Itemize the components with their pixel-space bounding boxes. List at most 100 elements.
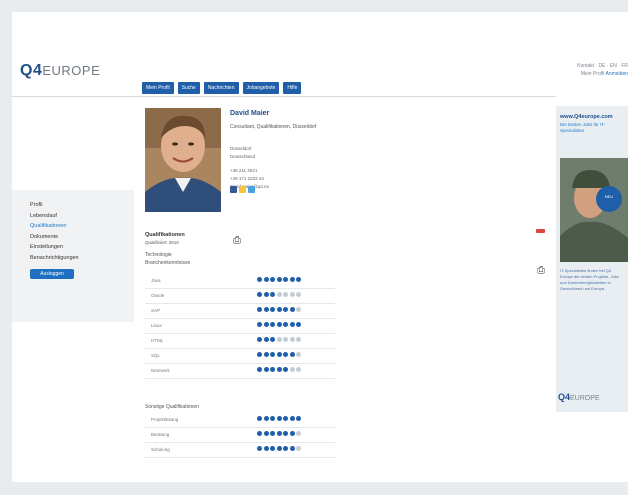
- skill-rating: [257, 416, 301, 421]
- rating-dot: [263, 337, 269, 342]
- ad-image: NEU: [560, 158, 628, 262]
- skill-name: HTML: [151, 338, 164, 343]
- logout-button[interactable]: Ausloggen: [30, 269, 74, 279]
- ad-url[interactable]: www.Q4europe.com: [560, 114, 628, 120]
- skill-rating: [257, 337, 301, 342]
- nav-tab-0[interactable]: Mein Profil: [142, 82, 174, 94]
- rating-dot: [270, 337, 275, 342]
- nav-tab-4[interactable]: Hilfe: [283, 82, 302, 94]
- skill-name: Netzwerk: [151, 368, 170, 373]
- rating-dot: [263, 352, 269, 357]
- advertisement[interactable]: www.Q4europe.com Die besten Jobs für IT-…: [556, 106, 628, 412]
- login-label: Mein Profil: [580, 71, 605, 77]
- rating-dot: [270, 352, 275, 357]
- rating-dot: [296, 322, 301, 327]
- contact-line-1: Deutschland: [230, 154, 256, 159]
- logo[interactable]: Q4EUROPE: [20, 62, 100, 80]
- skill-name: Projektleitung: [151, 417, 179, 422]
- rating-dot: [296, 337, 301, 342]
- rating-dot: [257, 307, 262, 312]
- sidebar-item-5[interactable]: Benachrichtigungen: [30, 253, 134, 264]
- skill-row: Beratung: [145, 427, 335, 443]
- sidebar-item-2[interactable]: Qualifikationen: [30, 221, 134, 232]
- rating-dot: [296, 367, 301, 372]
- rating-dot: [263, 431, 269, 436]
- nav-tab-2[interactable]: Nachrichten: [203, 82, 239, 94]
- sidebar-item-0[interactable]: Profil: [30, 200, 134, 211]
- ad-image-graphic: [560, 158, 628, 262]
- logo-q4: Q4: [20, 62, 43, 79]
- nav-tab-3[interactable]: Jobangebote: [242, 82, 280, 94]
- sidebar: Profil Lebenslauf Qualifikationen Dokumente…: [12, 190, 134, 322]
- rating-dot: [270, 277, 275, 282]
- rating-dot: [263, 292, 269, 297]
- rating-dot: [257, 322, 262, 327]
- skill-row: Schulung: [145, 442, 335, 458]
- rating-dot: [257, 292, 262, 297]
- rating-dot: [283, 307, 288, 312]
- facebook-icon[interactable]: [230, 186, 237, 193]
- rating-dot: [283, 367, 288, 372]
- rating-dot: [263, 367, 269, 372]
- rating-dot: [296, 446, 301, 451]
- qualifications-title: Qualifikationen: [145, 232, 185, 238]
- rating-dot: [257, 446, 262, 451]
- rating-dot: [257, 352, 262, 357]
- rating-dot: [270, 367, 275, 372]
- ad-logo: Q4EUROPE: [558, 392, 600, 402]
- profile-photo: [145, 108, 221, 212]
- rating-dot: [270, 307, 275, 312]
- rating-dot: [270, 292, 275, 297]
- rating-dot: [283, 292, 288, 297]
- ad-badge-text: NEU: [604, 194, 614, 199]
- skill-rating: [257, 277, 301, 282]
- rating-dot: [276, 337, 282, 342]
- skill-row: Oracle: [145, 288, 335, 304]
- skill-name: Linux: [151, 323, 162, 328]
- print-icon[interactable]: ⎙: [233, 235, 245, 246]
- rating-dot: [276, 416, 282, 421]
- skill-row: Java: [145, 273, 335, 289]
- skill-name: Oracle: [151, 293, 165, 298]
- qualifications-subtitle: Qualifiziert: 2010: [145, 240, 179, 245]
- page: Q4EUROPE Kontakt · DE · EN · FR Mein Pro…: [12, 12, 628, 482]
- nav-tab-1[interactable]: Suche: [177, 82, 200, 94]
- rating-dot: [257, 337, 262, 342]
- ad-tagline: Die besten Jobs für IT-Spezialisten: [560, 122, 606, 133]
- rating-dot: [283, 337, 288, 342]
- alert-badge[interactable]: [536, 229, 545, 233]
- print-icon-right[interactable]: ⎙: [537, 265, 545, 276]
- rating-dot: [270, 431, 275, 436]
- skill-row: SQL: [145, 348, 335, 364]
- top-links: Kontakt · DE · EN · FR Mein Profil Anmel…: [577, 62, 628, 78]
- sidebar-item-3[interactable]: Dokumente: [30, 232, 134, 243]
- top-links-text[interactable]: Kontakt · DE · EN · FR: [577, 62, 628, 70]
- rating-dot: [257, 367, 262, 372]
- twitter-icon[interactable]: [248, 186, 255, 193]
- skill-row: Projektleitung: [145, 412, 335, 428]
- rating-dot: [289, 292, 295, 297]
- rating-dot: [296, 277, 301, 282]
- rating-dot: [289, 446, 295, 451]
- profile-subtitle: Consultant, Qualifikationen, Düsseldorf: [230, 124, 317, 130]
- rating-dot: [296, 307, 301, 312]
- rating-dot: [263, 277, 269, 282]
- login-link[interactable]: Anmelden: [605, 71, 628, 77]
- section-label-other: Sonstige Qualifikationen: [145, 404, 199, 410]
- rating-dot: [257, 431, 262, 436]
- skill-rating: [257, 367, 301, 372]
- ad-logo-europe: EUROPE: [570, 395, 600, 402]
- skill-name: SAP: [151, 308, 161, 313]
- skill-rating: [257, 431, 301, 436]
- logo-europe: EUROPE: [42, 63, 101, 78]
- rating-dot: [270, 322, 275, 327]
- rating-dot: [296, 431, 301, 436]
- rating-dot: [276, 307, 282, 312]
- skill-rating: [257, 446, 301, 451]
- skill-rating: [257, 292, 301, 297]
- sidebar-item-4[interactable]: Einstellungen: [30, 242, 134, 253]
- skill-row: Netzwerk: [145, 363, 335, 379]
- sidebar-item-1[interactable]: Lebenslauf: [30, 211, 134, 222]
- xing-icon[interactable]: [239, 186, 246, 193]
- rating-dot: [276, 322, 282, 327]
